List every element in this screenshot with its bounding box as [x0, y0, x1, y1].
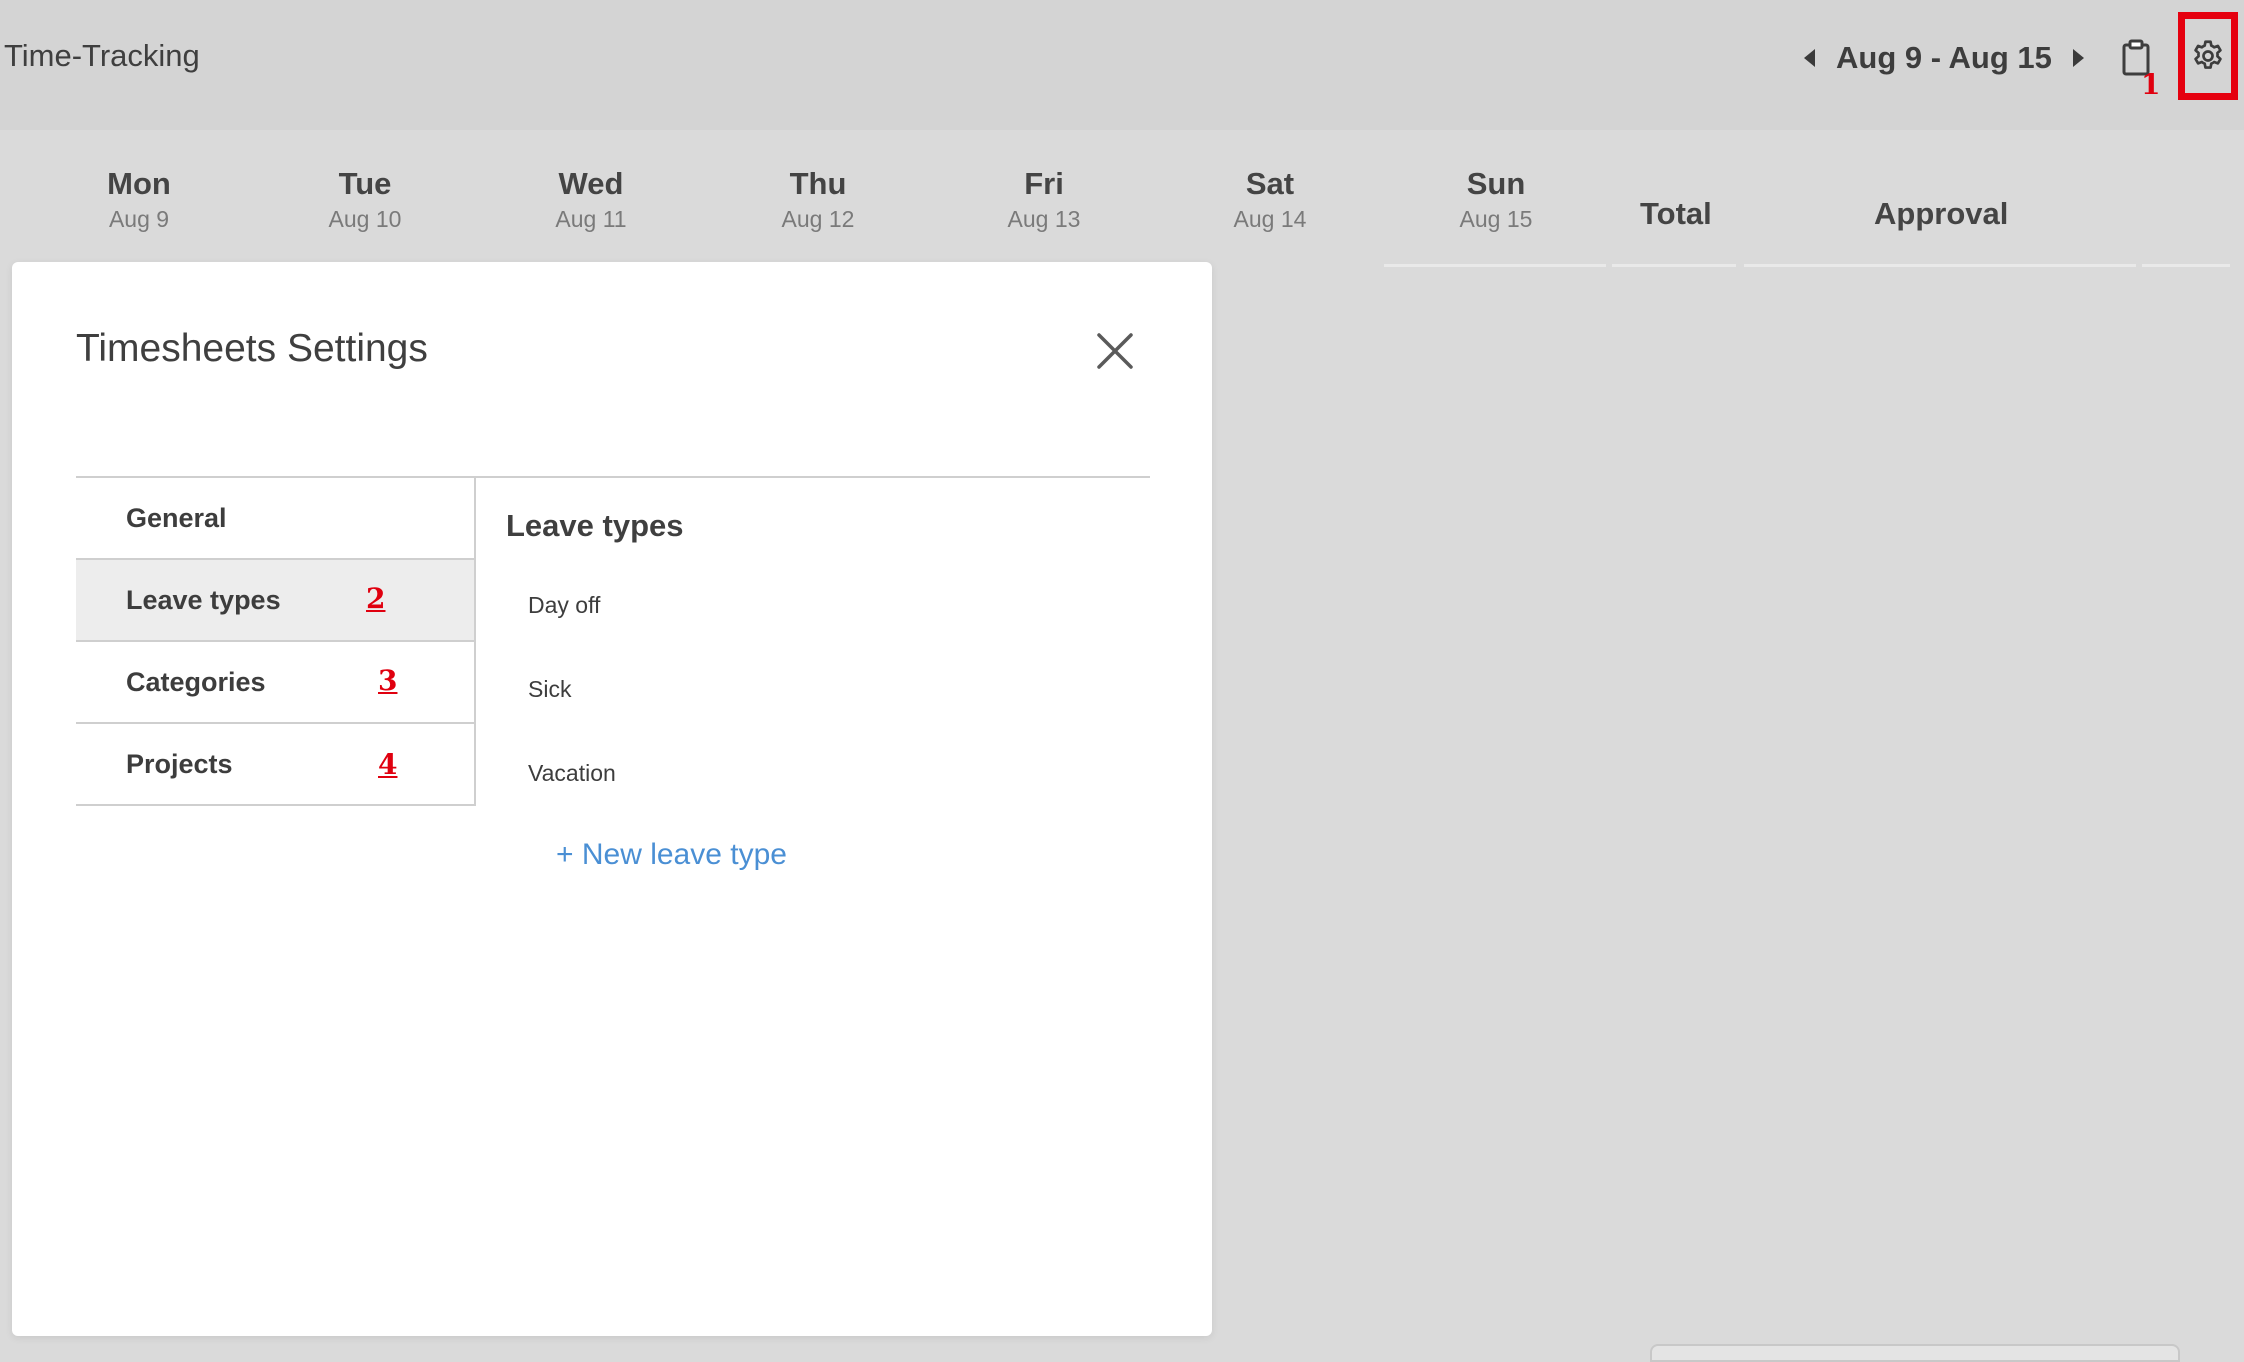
total-column-header: Total	[1640, 196, 1712, 231]
caret-right-icon	[2073, 49, 2085, 67]
settings-body: General Leave types 2 Categories 3 Proje…	[76, 476, 1150, 871]
day-column-sun: Sun Aug 15	[1396, 166, 1596, 234]
day-date: Aug 15	[1459, 206, 1533, 232]
menu-item-leave-types[interactable]: Leave types 2	[76, 560, 474, 642]
annotation-marker-2: 2	[366, 582, 386, 615]
day-column-wed: Wed Aug 11	[491, 166, 691, 234]
menu-item-projects[interactable]: Projects 4	[76, 724, 474, 806]
close-button[interactable]	[1092, 328, 1138, 374]
annotation-marker-3: 3	[378, 664, 398, 697]
day-date: Aug 9	[108, 206, 170, 232]
day-name: Sun	[1466, 166, 1526, 201]
day-name: Mon	[107, 166, 171, 201]
bottom-panel-edge	[1650, 1344, 2180, 1362]
day-date: Aug 13	[1007, 206, 1081, 232]
top-header: Time-Tracking Aug 9 - Aug 15 1	[0, 0, 2244, 130]
timesheets-settings-modal: Timesheets Settings General Leave types …	[12, 262, 1212, 1336]
menu-item-general[interactable]: General	[76, 478, 474, 560]
gear-icon	[2194, 40, 2222, 69]
settings-button[interactable]	[2178, 12, 2238, 100]
app-title: Time-Tracking	[4, 38, 200, 73]
day-column-thu: Thu Aug 12	[718, 166, 918, 234]
menu-item-categories[interactable]: Categories 3	[76, 642, 474, 724]
day-date: Aug 14	[1233, 206, 1307, 232]
day-column-fri: Fri Aug 13	[944, 166, 1144, 234]
day-column-tue: Tue Aug 10	[265, 166, 465, 234]
leave-type-item[interactable]: Vacation	[528, 760, 616, 787]
menu-item-label: Projects	[126, 748, 233, 779]
modal-title: Timesheets Settings	[76, 327, 428, 370]
new-leave-type-link[interactable]: + New leave type	[556, 838, 787, 872]
section-title: Leave types	[506, 508, 684, 543]
settings-side-menu: General Leave types 2 Categories 3 Proje…	[76, 478, 476, 806]
day-date: Aug 12	[781, 206, 855, 232]
week-navigator: Aug 9 - Aug 15	[1794, 36, 2094, 80]
menu-item-label: General	[126, 502, 227, 533]
day-name: Wed	[558, 166, 624, 201]
day-name: Sat	[1245, 166, 1295, 201]
column-divider	[1612, 264, 1736, 267]
annotation-marker-1: 1	[2141, 68, 2161, 101]
day-name: Tue	[338, 166, 392, 201]
previous-week-button[interactable]	[1794, 38, 1824, 78]
next-week-button[interactable]	[2064, 38, 2094, 78]
day-name: Fri	[1024, 166, 1064, 201]
column-divider	[1744, 264, 2136, 267]
day-column-sat: Sat Aug 14	[1170, 166, 1370, 234]
day-date: Aug 10	[328, 206, 402, 232]
day-name: Thu	[789, 166, 847, 201]
close-icon	[1097, 333, 1133, 369]
column-divider	[2142, 264, 2230, 267]
leave-type-item[interactable]: Sick	[528, 676, 571, 703]
day-column-mon: Mon Aug 9	[39, 166, 239, 234]
annotation-marker-4: 4	[378, 748, 398, 781]
caret-left-icon	[1803, 49, 1815, 67]
approval-column-header: Approval	[1874, 196, 2009, 231]
menu-item-label: Categories	[126, 666, 266, 697]
leave-type-item[interactable]: Day off	[528, 592, 600, 619]
menu-item-label: Leave types	[126, 584, 281, 615]
week-range-label: Aug 9 - Aug 15	[1836, 40, 2052, 75]
day-date: Aug 11	[555, 206, 627, 232]
week-days-header: Mon Aug 9 Tue Aug 10 Wed Aug 11 Thu Aug …	[0, 130, 2230, 264]
column-divider	[1384, 264, 1606, 267]
